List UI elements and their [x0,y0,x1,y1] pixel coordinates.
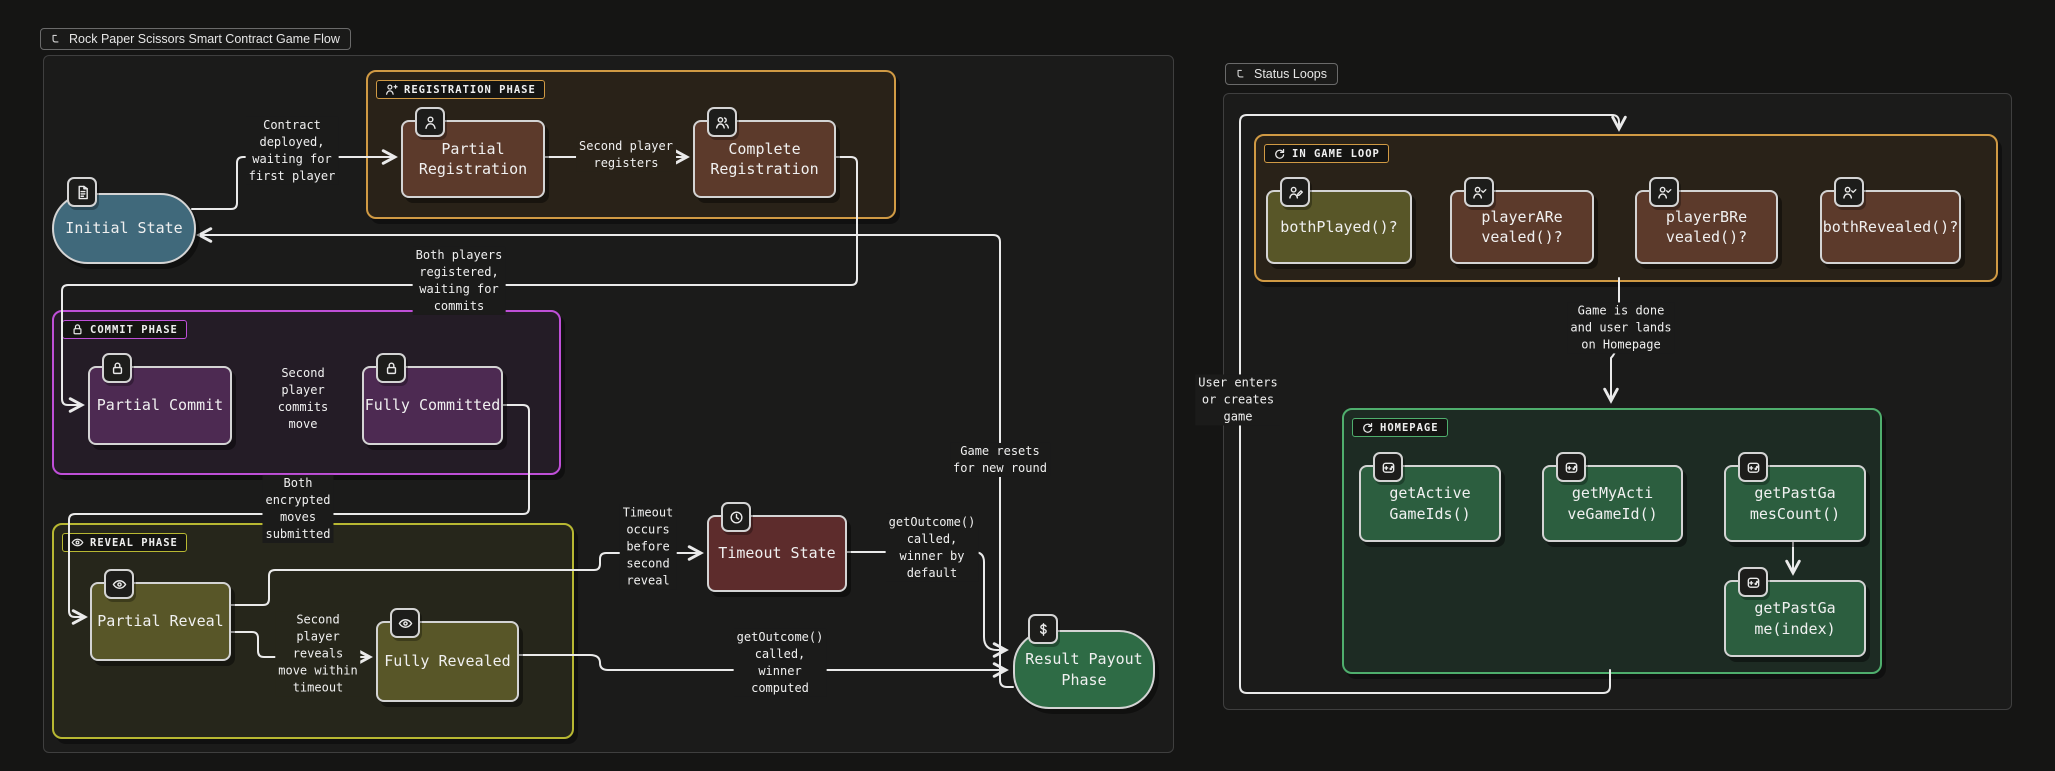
edge-label-timeout-occurs: Timeout occurs before second reveal [620,504,677,589]
person-edit-icon [1280,177,1310,207]
edge-label-game-done: Game is done and user lands on Homepage [1567,302,1674,353]
node-label: playerARe vealed()? [1481,207,1562,248]
person-icon [415,107,445,137]
node-label: getActive GameIds() [1389,483,1470,524]
document-icon [67,177,97,207]
node-label: Partial Registration [419,139,527,180]
clock-icon [721,502,751,532]
node-get-past-games-count[interactable]: getPastGa mesCount() [1724,465,1866,542]
edge-label-game-resets: Game resets for new round [950,443,1050,477]
title-text: Status Loops [1254,67,1327,81]
node-label: Initial State [65,218,182,238]
node-label: getMyActi veGameId() [1567,483,1657,524]
edge-label-user-enters: User enters or creates game [1195,374,1280,425]
node-label: Timeout State [718,543,835,563]
node-partial-commit[interactable]: Partial Commit [88,366,232,445]
edge-label-both-encrypted: Both encrypted moves submitted [262,475,333,543]
node-label: Fully Revealed [384,651,510,671]
node-label: Partial Commit [97,395,223,415]
node-complete-registration[interactable]: Complete Registration [693,120,836,198]
person-check-icon [1464,177,1494,207]
node-label: bothPlayed()? [1280,217,1397,237]
node-partial-reveal[interactable]: Partial Reveal [90,582,231,661]
node-label: Result Payout Phase [1025,649,1142,690]
node-label: getPastGa mesCount() [1750,483,1840,524]
node-result-payout-phase[interactable]: Result Payout Phase [1013,630,1155,709]
status-loops-title[interactable]: Status Loops [1225,63,1338,85]
edge-label-both-players-registered: Both players registered, waiting for com… [413,247,506,315]
node-get-my-active-game-id[interactable]: getMyActi veGameId() [1542,465,1683,542]
node-get-past-game-index[interactable]: getPastGa me(index) [1724,580,1866,657]
node-initial-state[interactable]: Initial State [52,193,196,264]
node-both-revealed[interactable]: bothRevealed()? [1820,190,1961,264]
edge-label-winner-computed: getOutcome() called, winner computed [734,629,827,697]
lock-icon [102,353,132,383]
person-check-icon [1834,177,1864,207]
node-get-active-game-ids[interactable]: getActive GameIds() [1359,465,1501,542]
node-label: Fully Committed [365,395,500,415]
node-player-b-revealed[interactable]: playerBRe vealed()? [1635,190,1778,264]
node-label: playerBRe vealed()? [1666,207,1747,248]
game-flow-title[interactable]: Rock Paper Scissors Smart Contract Game … [40,28,351,50]
edge-label-second-player-reveals: Second player reveals move within timeou… [275,611,360,696]
node-label: Partial Reveal [97,611,223,631]
edge-label-winner-by-default: getOutcome() called, winner by default [886,514,979,582]
title-text: Rock Paper Scissors Smart Contract Game … [69,32,340,46]
flowchart-icon [1234,68,1247,81]
node-label: getPastGa me(index) [1754,598,1835,639]
node-fully-committed[interactable]: Fully Committed [362,366,503,445]
edge-label-contract-deployed: Contract deployed, waiting for first pla… [246,117,339,185]
lock-icon [376,353,406,383]
eye-icon [104,569,134,599]
node-player-a-revealed[interactable]: playerARe vealed()? [1450,190,1594,264]
eye-icon [390,608,420,638]
edge-label-second-player-registers: Second player registers [576,138,676,172]
person-check-icon [1649,177,1679,207]
gamepad-icon [1738,567,1768,597]
node-timeout-state[interactable]: Timeout State [707,515,847,592]
node-fully-revealed[interactable]: Fully Revealed [376,621,519,702]
node-partial-registration[interactable]: Partial Registration [401,120,545,198]
gamepad-icon [1738,452,1768,482]
dollar-icon [1028,614,1058,644]
node-label: Complete Registration [710,139,818,180]
edge-label-second-player-commits: Second player commits move [275,365,332,433]
node-both-played[interactable]: bothPlayed()? [1266,190,1412,264]
flowchart-icon [49,33,62,46]
node-label: bothRevealed()? [1823,217,1958,237]
gamepad-icon [1373,452,1403,482]
gamepad-icon [1556,452,1586,482]
people-icon [707,107,737,137]
